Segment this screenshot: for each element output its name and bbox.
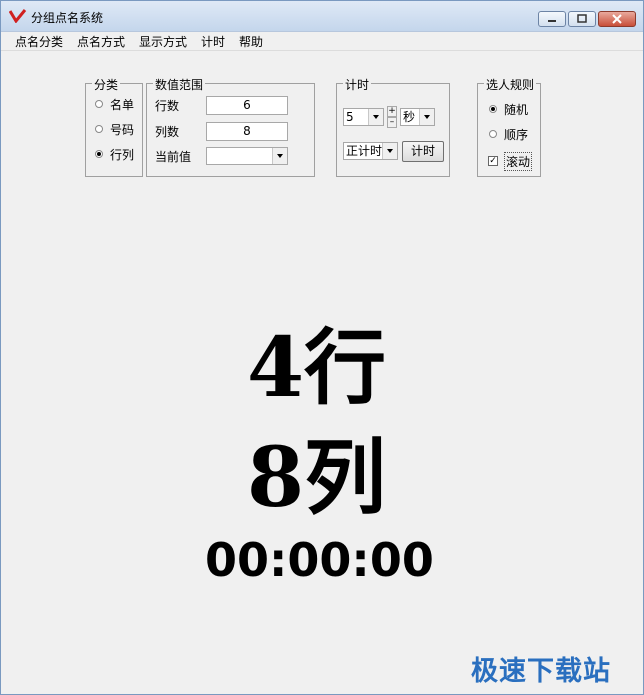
range-legend: 数值范围 bbox=[153, 76, 206, 93]
chevron-down-icon bbox=[419, 109, 434, 125]
category-label-number: 号码 bbox=[110, 123, 135, 137]
category-legend: 分类 bbox=[92, 76, 121, 93]
current-label: 当前值 bbox=[155, 150, 192, 164]
range-group: 数值范围 行数 6 列数 8 当前值 bbox=[146, 76, 315, 177]
timing-unit-select[interactable]: 秒 bbox=[400, 108, 435, 126]
chevron-down-icon bbox=[272, 148, 287, 164]
menu-timer[interactable]: 计时 bbox=[201, 33, 225, 50]
rows-label: 行数 bbox=[155, 99, 180, 113]
menu-category[interactable]: 点名分类 bbox=[15, 33, 63, 50]
close-button[interactable] bbox=[598, 11, 636, 27]
category-label-list: 名单 bbox=[110, 98, 135, 112]
timing-amount-select[interactable]: 5 bbox=[343, 108, 384, 126]
rule-radio-random[interactable] bbox=[489, 105, 497, 113]
cols-label: 列数 bbox=[155, 125, 180, 139]
rule-radio-sequential[interactable] bbox=[489, 130, 497, 138]
spin-down-button[interactable]: – bbox=[387, 117, 397, 128]
category-radio-rowcol[interactable] bbox=[95, 150, 103, 158]
rule-legend: 选人规则 bbox=[484, 76, 537, 93]
scroll-checkbox[interactable]: ✓ bbox=[488, 156, 498, 166]
start-timer-button[interactable]: 计时 bbox=[402, 141, 444, 162]
category-radio-list[interactable] bbox=[95, 100, 103, 108]
rule-group: 选人规则 随机 顺序 ✓ 滚动 bbox=[477, 76, 541, 177]
rule-label-random: 随机 bbox=[504, 103, 529, 117]
rows-input[interactable]: 6 bbox=[206, 96, 288, 115]
cols-input[interactable]: 8 bbox=[206, 122, 288, 141]
col-result: 8列 bbox=[247, 430, 387, 526]
row-result: 4行 bbox=[247, 320, 387, 416]
menu-help[interactable]: 帮助 bbox=[239, 33, 263, 50]
timing-legend: 计时 bbox=[343, 76, 372, 93]
category-radio-number[interactable] bbox=[95, 125, 103, 133]
timing-amount-text: 5 bbox=[346, 110, 354, 124]
maximize-icon bbox=[577, 14, 587, 23]
current-value-select[interactable] bbox=[206, 147, 288, 165]
minimize-button[interactable] bbox=[538, 11, 566, 27]
minimize-icon bbox=[548, 20, 556, 22]
watermark-text: 极速下载站 bbox=[471, 656, 611, 687]
menu-method[interactable]: 点名方式 bbox=[77, 33, 125, 50]
spin-up-button[interactable]: + bbox=[387, 106, 397, 117]
category-group: 分类 名单 号码 行列 bbox=[85, 76, 143, 177]
timing-unit-text: 秒 bbox=[403, 110, 416, 124]
menu-bar: 点名分类 点名方式 显示方式 计时 帮助 bbox=[1, 32, 643, 51]
menu-display[interactable]: 显示方式 bbox=[139, 33, 187, 50]
timing-mode-select[interactable]: 正计时 bbox=[343, 142, 398, 160]
window-title: 分组点名系统 bbox=[31, 11, 104, 25]
rule-label-sequential: 顺序 bbox=[504, 128, 529, 142]
maximize-button[interactable] bbox=[568, 11, 596, 27]
timing-group: 计时 5 + – 秒 正计时 计时 bbox=[336, 76, 450, 177]
close-icon bbox=[612, 14, 622, 24]
scroll-label: 滚动 bbox=[504, 152, 533, 171]
category-label-rowcol: 行列 bbox=[110, 148, 135, 162]
app-logo-icon bbox=[9, 9, 27, 23]
chevron-down-icon bbox=[382, 143, 397, 159]
clock-display: 00:00:00 bbox=[205, 533, 434, 587]
main-window: 分组点名系统 点名分类 点名方式 显示方式 计时 帮助 分类 名单 号码 行列 … bbox=[0, 0, 644, 695]
timing-mode-text: 正计时 bbox=[346, 144, 383, 158]
title-bar: 分组点名系统 bbox=[1, 1, 643, 32]
chevron-down-icon bbox=[368, 109, 383, 125]
